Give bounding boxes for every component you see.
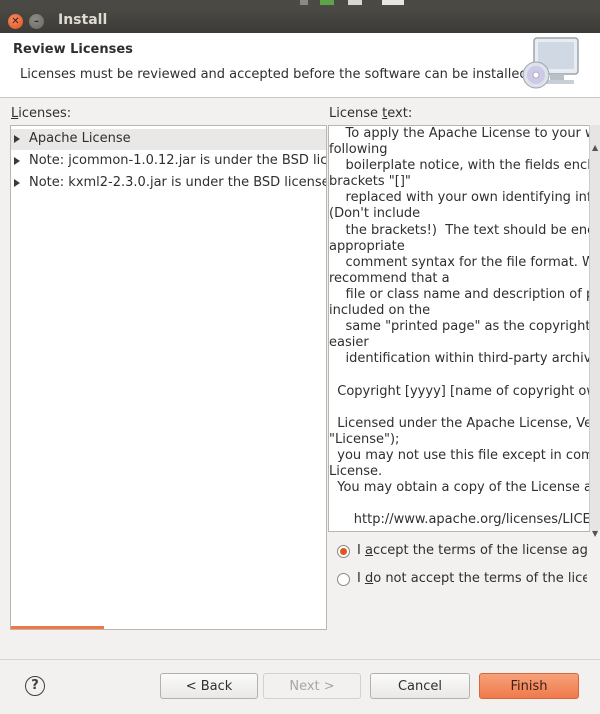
decline-radio[interactable] <box>337 573 350 586</box>
accept-radio[interactable] <box>337 545 350 558</box>
page-title: Review Licenses <box>13 42 133 57</box>
title-bar[interactable]: ✕ – Install <box>0 5 600 33</box>
back-button[interactable]: < Back <box>160 673 258 699</box>
expand-arrow-icon[interactable] <box>14 157 20 165</box>
wizard-header: Review Licenses Licenses must be reviewe… <box>0 33 600 98</box>
window-title: Install <box>58 12 108 28</box>
scroll-down-icon[interactable]: ▼ <box>592 529 598 538</box>
vertical-scrollbar[interactable] <box>589 125 600 530</box>
tree-item-apache-license[interactable]: Apache License <box>11 129 326 150</box>
cancel-button[interactable]: Cancel <box>370 673 470 699</box>
close-window-button[interactable]: ✕ <box>8 14 23 29</box>
tree-item-jcommon-license[interactable]: Note: jcommon-1.0.12.jar is under the BS… <box>11 151 326 172</box>
license-text-label: License text: <box>329 106 413 121</box>
next-button[interactable]: Next > <box>263 673 361 699</box>
scroll-up-icon[interactable]: ▲ <box>592 143 598 152</box>
horizontal-scrollbar[interactable] <box>11 626 104 629</box>
page-description: Licenses must be reviewed and accepted b… <box>20 67 532 82</box>
decline-label[interactable]: I do not accept the terms of the license… <box>357 571 587 586</box>
expand-arrow-icon[interactable] <box>14 179 20 187</box>
accept-label[interactable]: I accept the terms of the license agreem… <box>357 543 587 558</box>
footer-divider <box>0 659 600 660</box>
tree-item-kxml2-license[interactable]: Note: kxml2-2.3.0.jar is under the BSD l… <box>11 173 326 194</box>
license-text-body: To apply the Apache License to your w fo… <box>329 126 590 528</box>
licenses-tree[interactable]: Apache License Note: jcommon-1.0.12.jar … <box>10 125 327 630</box>
minimize-window-button[interactable]: – <box>29 14 44 29</box>
finish-button[interactable]: Finish <box>479 673 579 699</box>
dialog-content: Review Licenses Licenses must be reviewe… <box>0 33 600 714</box>
licenses-label: Licenses: <box>11 106 72 121</box>
expand-arrow-icon[interactable] <box>14 135 20 143</box>
computer-cd-icon <box>522 37 579 89</box>
license-text-area[interactable]: To apply the Apache License to your w fo… <box>328 125 590 532</box>
help-button[interactable]: ? <box>25 676 45 696</box>
